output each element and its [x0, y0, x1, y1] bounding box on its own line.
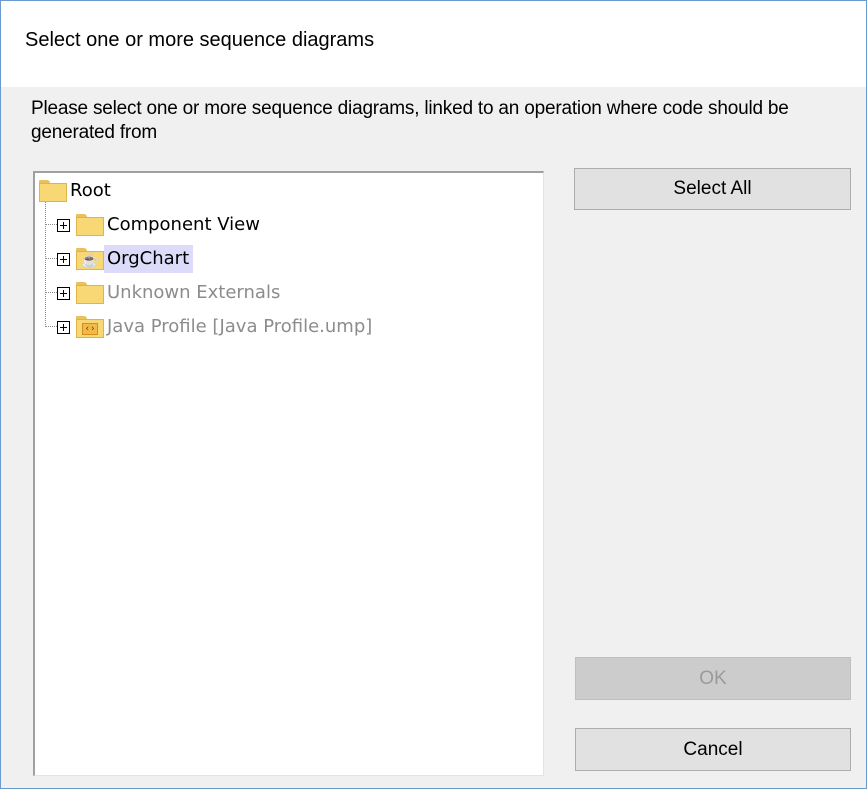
tree-item-label: Unknown Externals [107, 282, 281, 303]
tree-connector-line [45, 197, 46, 325]
expand-icon[interactable] [57, 286, 70, 300]
tree-item-label: Root [70, 180, 111, 201]
tree-connector-line [45, 292, 57, 293]
tree-item-java-profile[interactable]: ‹› Java Profile [Java Profile.ump] [57, 311, 376, 343]
tree-item-label: Java Profile [Java Profile.ump] [107, 316, 373, 337]
tree-item-root[interactable]: Root [39, 175, 115, 207]
folder-icon [39, 180, 67, 202]
tree-item-label: Component View [107, 214, 260, 235]
tree-connector-line [45, 326, 57, 327]
tree-item-component-view[interactable]: Component View [57, 209, 264, 241]
folder-icon [76, 214, 104, 236]
expand-icon[interactable] [57, 252, 70, 266]
diagram-tree[interactable]: Root Component View ☕ OrgChart Unknown E… [33, 171, 544, 776]
expand-icon[interactable] [57, 218, 70, 232]
tree-connector-line [45, 258, 57, 259]
expand-icon[interactable] [57, 320, 70, 334]
profile-package-icon: ‹› [76, 316, 104, 338]
folder-icon [76, 282, 104, 304]
cancel-button[interactable]: Cancel [575, 728, 851, 771]
select-all-button[interactable]: Select All [574, 168, 851, 210]
dialog-window: Select one or more sequence diagrams Ple… [0, 0, 867, 789]
title-bar: Select one or more sequence diagrams [1, 1, 866, 87]
tree-item-orgchart[interactable]: ☕ OrgChart [57, 243, 194, 275]
dialog-title: Select one or more sequence diagrams [25, 29, 375, 51]
tree-connector-line [45, 224, 57, 225]
java-package-icon: ☕ [76, 248, 104, 270]
ok-button[interactable]: OK [575, 657, 851, 700]
tree-item-label: OrgChart [104, 245, 194, 273]
instructions-text: Please select one or more sequence diagr… [31, 98, 789, 143]
tree-item-unknown-externals[interactable]: Unknown Externals [57, 277, 284, 309]
